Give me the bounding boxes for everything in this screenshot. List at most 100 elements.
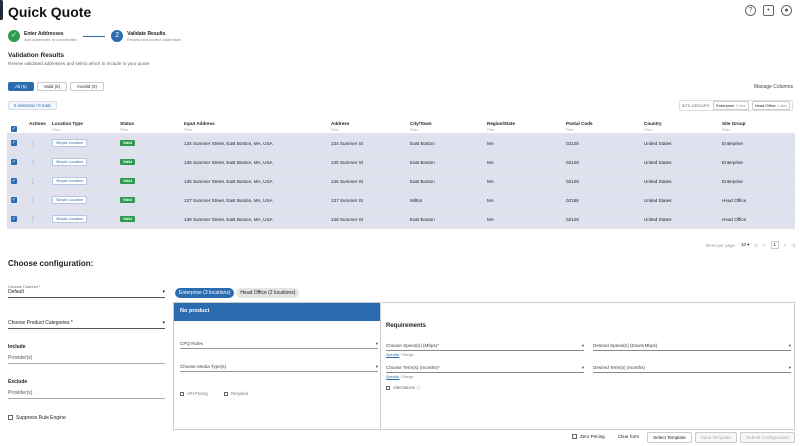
filter-input[interactable]: Filter xyxy=(722,128,730,132)
chevron-down-icon: ▾ xyxy=(788,343,791,348)
status-badge: Valid xyxy=(120,153,135,171)
exclude-providers-input[interactable]: Provider(s) xyxy=(8,390,165,399)
col-status[interactable]: Status xyxy=(120,121,134,126)
quick-quote-page: Quick Quote ? • ● ✓ Enter Addresses Add … xyxy=(0,0,800,446)
step-enter-addresses[interactable]: ✓ Enter Addresses Add addresses or coord… xyxy=(8,30,77,42)
table-row[interactable]: ✓ ⋮ Simple Location Valid 137 Summer Street,… xyxy=(7,191,795,210)
items-per-page-label: Items per page: xyxy=(705,242,737,248)
tab-enterprise-group[interactable]: Enterprise (3 locations) xyxy=(175,288,235,298)
col-region[interactable]: Region/State xyxy=(487,121,515,126)
product-categories-select[interactable]: Choose Product Categories * ▾ xyxy=(8,320,165,329)
select-all-checkbox[interactable]: ✓ xyxy=(11,119,17,133)
product-header[interactable]: No product xyxy=(174,303,380,321)
chevron-down-icon: ▾ xyxy=(788,365,791,370)
row-checkbox[interactable]: ✓ xyxy=(11,210,17,228)
filter-input[interactable]: Filter xyxy=(644,128,652,132)
group-tabs: Enterprise (3 locations) Head Office (2 … xyxy=(175,288,300,298)
region-cell: MA xyxy=(487,178,494,184)
channel-select[interactable]: Default ▾ xyxy=(8,289,165,298)
speed-select[interactable]: Choose Speed(s) (Mbps)* ▾ xyxy=(386,343,584,351)
filter-tabs: All (5) Valid (5) Invalid (0) xyxy=(8,82,104,91)
desired-speed-select[interactable]: Desired Speed(s) (Down/Mbps) ▾ xyxy=(593,343,791,351)
select-template-button[interactable]: Select Template xyxy=(647,432,692,443)
next-page-icon[interactable]: > xyxy=(784,243,787,248)
prev-page-icon[interactable]: < xyxy=(763,243,766,248)
speed-specific-range[interactable]: Specific / Range xyxy=(386,353,414,357)
include-providers-input[interactable]: Provider(s) xyxy=(8,355,165,364)
postal-code-cell: 02128 xyxy=(566,159,579,165)
row-actions-icon[interactable]: ⋮ xyxy=(30,134,36,152)
term-specific-range[interactable]: Specific / Range xyxy=(386,375,414,379)
bell-icon[interactable]: • xyxy=(763,5,774,16)
filter-input[interactable]: Filter xyxy=(184,128,192,132)
col-location-type[interactable]: Location Type xyxy=(52,121,83,126)
clear-form-button[interactable]: Clear form xyxy=(612,432,645,443)
table-row[interactable]: ✓ ⋮ Simple Location Valid 138 Summer Street,… xyxy=(7,210,795,229)
row-actions-icon[interactable]: ⋮ xyxy=(30,153,36,171)
row-checkbox[interactable]: ✓ xyxy=(11,191,17,209)
col-postal-code[interactable]: Postal Code xyxy=(566,121,593,126)
chevron-down-icon: ▾ xyxy=(581,365,584,370)
manage-columns-link[interactable]: Manage Columns xyxy=(754,84,793,90)
status-badge: Valid xyxy=(120,191,135,209)
table-row[interactable]: ✓ ⋮ Simple Location Valid 136 Summer Street,… xyxy=(7,172,795,191)
user-menu-icon[interactable]: ● xyxy=(781,5,792,16)
col-site-group[interactable]: Site Group xyxy=(722,121,745,126)
term-select[interactable]: Choose Term(s) (months)* ▾ xyxy=(386,365,584,373)
filter-input[interactable]: Filter xyxy=(120,128,128,132)
chevron-down-icon: ▾ xyxy=(162,320,165,326)
country-cell: United States xyxy=(644,159,672,165)
items-per-page-select[interactable]: 10 ▾ xyxy=(741,242,749,248)
media-type-select[interactable]: Choose Media Type(s) ▾ xyxy=(180,364,378,372)
alternatives-checkbox[interactable]: Alternatives ⓘ xyxy=(386,385,420,391)
step-subtitle: Add addresses or coordinates xyxy=(24,36,78,42)
col-country[interactable]: Country xyxy=(644,121,662,126)
cpq-rules-select[interactable]: CPQ Rules ▾ xyxy=(180,341,378,349)
submit-configuration-button[interactable]: Submit Configuration xyxy=(740,432,795,443)
api-pricing-checkbox[interactable]: API Pricing xyxy=(180,391,208,396)
validation-table: ✓ Actions Location Type Filter Status Filt… xyxy=(7,119,795,229)
location-type-badge: Simple Location xyxy=(52,134,88,152)
city-cell: East Boston xyxy=(410,159,435,165)
filter-input[interactable]: Filter xyxy=(331,128,339,132)
filter-input[interactable]: Filter xyxy=(52,128,60,132)
save-template-button[interactable]: Save Template xyxy=(694,432,738,443)
site-group-enterprise[interactable]: Enterprise 3 sites xyxy=(713,101,749,110)
table-row[interactable]: ✓ ⋮ Simple Location Valid 134 Summer Street,… xyxy=(7,134,795,153)
required-checkbox[interactable]: Required xyxy=(224,391,248,396)
country-cell: United States xyxy=(644,178,672,184)
table-header: ✓ Actions Location Type Filter Status Filt… xyxy=(7,119,795,134)
row-actions-icon[interactable]: ⋮ xyxy=(30,210,36,228)
row-checkbox[interactable]: ✓ xyxy=(11,134,17,152)
col-address[interactable]: Address xyxy=(331,121,349,126)
last-page-icon[interactable]: >| xyxy=(791,243,795,248)
page-number[interactable]: 1 xyxy=(770,241,779,249)
zero-pricing-checkbox[interactable]: Zero Pricing xyxy=(566,432,610,443)
filter-input[interactable]: Filter xyxy=(487,128,495,132)
table-row[interactable]: ✓ ⋮ Simple Location Valid 135 Summer Street,… xyxy=(7,153,795,172)
help-icon[interactable]: ? xyxy=(745,5,756,16)
city-cell: East Boston xyxy=(410,216,435,222)
site-group-head-office[interactable]: Head Office 2 sites xyxy=(751,101,790,110)
row-checkbox[interactable]: ✓ xyxy=(11,172,17,190)
tab-head-office-group[interactable]: Head Office (2 locations) xyxy=(236,288,300,298)
tab-invalid[interactable]: Invalid (0) xyxy=(70,82,104,91)
row-checkbox[interactable]: ✓ xyxy=(11,153,17,171)
first-page-icon[interactable]: |< xyxy=(754,243,758,248)
step-validate-results[interactable]: 2 Validate Results Review and correct ad… xyxy=(111,30,181,42)
city-cell: East Boston xyxy=(410,140,435,146)
row-actions-icon[interactable]: ⋮ xyxy=(30,172,36,190)
tab-all[interactable]: All (5) xyxy=(8,82,34,91)
input-address-cell: 137 Summer Street, East Boston, MA, USA xyxy=(184,197,273,203)
filter-input[interactable]: Filter xyxy=(566,128,574,132)
desired-term-select[interactable]: Desired Term(s) (months) ▾ xyxy=(593,365,791,373)
tab-valid[interactable]: Valid (5) xyxy=(36,82,68,91)
col-city[interactable]: City/Town xyxy=(410,121,432,126)
filter-input[interactable]: Filter xyxy=(410,128,418,132)
step-number-icon: 2 xyxy=(111,30,124,42)
location-type-badge: Simple Location xyxy=(52,172,88,190)
config-title: Choose configuration: xyxy=(8,259,94,268)
col-input-address[interactable]: Input Address xyxy=(184,121,215,126)
suppress-rule-engine-checkbox[interactable]: Suppress Rule Engine xyxy=(8,415,165,421)
row-actions-icon[interactable]: ⋮ xyxy=(30,191,36,209)
